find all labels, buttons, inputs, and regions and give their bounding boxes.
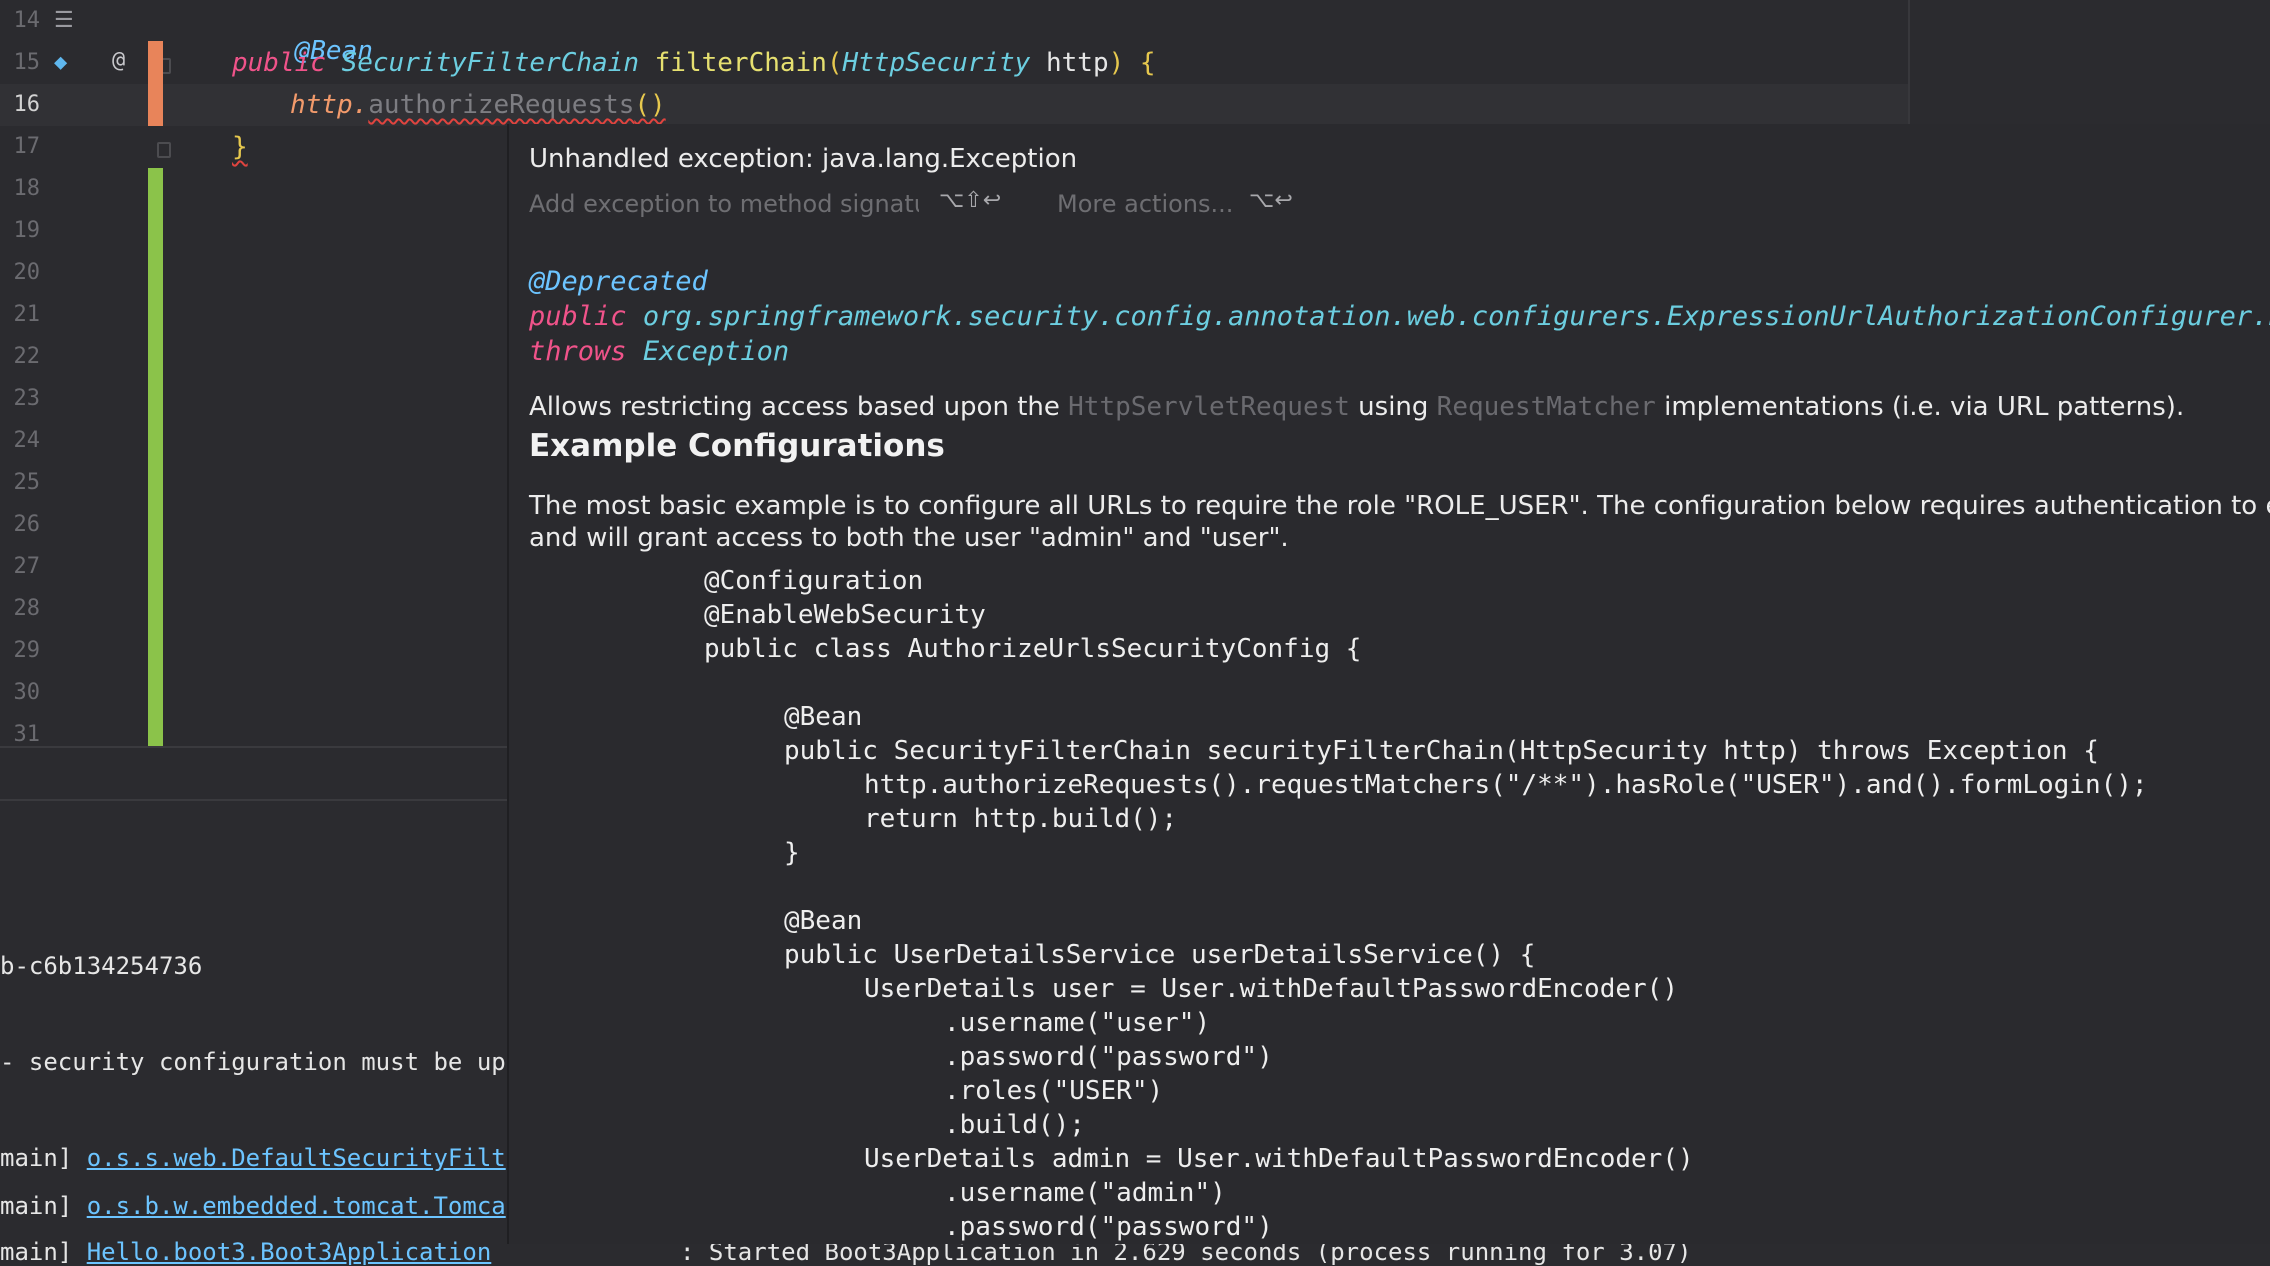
example-code-line — [704, 870, 2148, 904]
example-code-block: @Configuration @EnableWebSecurity public c… — [704, 564, 2148, 1244]
example-code-line: @Bean — [784, 702, 863, 732]
doc-paragraph: The most basic example is to configure a… — [529, 490, 2270, 554]
line-number-current: 16 — [13, 92, 41, 117]
line-number: 27 — [13, 554, 41, 579]
add-exception-action[interactable]: Add exception to method signature — [529, 190, 919, 218]
code-line-15: public SecurityFilterChain filterChain(H… — [232, 48, 1156, 78]
line-number: 25 — [13, 470, 41, 495]
doc-description: Allows restricting access based upon the… — [529, 392, 2184, 422]
example-code-line: .username("admin") — [944, 1178, 1226, 1208]
line-number: 20 — [13, 260, 41, 285]
list-icon[interactable]: ☰ — [54, 8, 74, 33]
example-code-line: .roles("USER") — [944, 1076, 1164, 1106]
console-line: - security configuration must be upd — [0, 1048, 520, 1076]
change-marker-modified[interactable] — [148, 41, 163, 126]
example-code-line: .build(); — [944, 1110, 1085, 1140]
code-call-parens: () — [634, 90, 666, 120]
doc-paragraph-line: The most basic example is to configure a… — [529, 491, 2270, 521]
console-line: main] o.s.b.w.embedded.tomcat.Tomca — [0, 1192, 506, 1220]
code-deprecated-call[interactable]: authorizeRequests — [368, 90, 634, 120]
fold-close-icon[interactable] — [157, 142, 171, 158]
console-logger-link[interactable]: o.s.s.web.DefaultSecurityFilt — [87, 1144, 506, 1172]
annotation-icon[interactable]: @ — [112, 48, 125, 73]
sig-keyword: public — [529, 301, 627, 332]
example-code-line: return http.build(); — [864, 804, 1178, 834]
example-code-line: UserDetails admin = User.withDefaultPass… — [864, 1144, 1694, 1174]
console-text: - security configuration must be upd — [0, 1048, 521, 1076]
example-code-line: .username("user") — [944, 1008, 1211, 1038]
example-code-line: @Configuration — [704, 566, 924, 596]
line-number: 14 — [13, 8, 41, 33]
spring-bean-icon[interactable]: ◆ — [54, 50, 67, 75]
console-text: b-c6b134254736 — [0, 952, 203, 980]
desc-text: implementations (i.e. via URL patterns). — [1655, 392, 2185, 422]
line-number: 24 — [13, 428, 41, 453]
sig-exception-type[interactable]: Exception — [643, 336, 789, 367]
example-code-line: .password("password") — [944, 1212, 1273, 1242]
more-actions-shortcut: ⌥↩ — [1249, 188, 1293, 213]
line-number: 15 — [13, 50, 41, 75]
console-logger-link[interactable]: o.s.b.w.embedded.tomcat.Tomca — [87, 1192, 506, 1220]
line-number: 30 — [13, 680, 41, 705]
code-param-name: http — [1046, 48, 1109, 78]
code-paren: ( — [826, 48, 843, 78]
console-line: b-c6b134254736 — [0, 952, 202, 980]
console-text: main] — [0, 1192, 87, 1220]
desc-text: using — [1349, 392, 1437, 422]
code-type: SecurityFilterChain — [341, 48, 639, 78]
example-code-line: public class AuthorizeUrlsSecurityConfig… — [704, 634, 1362, 664]
code-line-16[interactable]: http.authorizeRequests() — [290, 90, 666, 120]
desc-code-ref[interactable]: HttpServletRequest — [1068, 392, 1350, 422]
change-marker-added[interactable] — [148, 168, 163, 746]
example-code-line: .password("password") — [944, 1042, 1273, 1072]
console-line: main] o.s.s.web.DefaultSecurityFilt — [0, 1144, 506, 1172]
doc-paragraph-line: and will grant access to both the user "… — [529, 523, 1289, 553]
example-code-line: public SecurityFilterChain securityFilte… — [784, 736, 2099, 766]
code-closing-brace: } — [232, 132, 248, 162]
desc-code-ref[interactable]: RequestMatcher — [1437, 392, 1656, 422]
quick-documentation-popup[interactable]: Unhandled exception: java.lang.Exception… — [507, 124, 2270, 1244]
line-number: 26 — [13, 512, 41, 537]
line-number: 23 — [13, 386, 41, 411]
line-number: 28 — [13, 596, 41, 621]
editor-gutter[interactable]: 14 15 16 17 18 19 20 21 22 23 24 25 26 2… — [0, 0, 171, 747]
code-method-name: filterChain — [654, 48, 827, 78]
line-number: 22 — [13, 344, 41, 369]
line-number: 21 — [13, 302, 41, 327]
add-exception-shortcut: ⌥⇧↩ — [939, 188, 1002, 213]
line-number: 19 — [13, 218, 41, 243]
code-paren-brace: ) { — [1108, 48, 1156, 78]
sig-annotation: @Deprecated — [529, 266, 708, 297]
panel-divider — [0, 799, 510, 801]
line-number: 18 — [13, 176, 41, 201]
popup-error-title: Unhandled exception: java.lang.Exception — [529, 144, 1078, 174]
example-code-line: @Bean — [784, 906, 863, 936]
console-text: main] — [0, 1144, 87, 1172]
example-code-line: } — [784, 838, 800, 868]
more-actions-link[interactable]: More actions... — [1057, 190, 1233, 218]
doc-heading: Example Configurations — [529, 428, 945, 464]
sig-return-type[interactable]: org.springframework.security.config.anno… — [643, 301, 2270, 332]
code-receiver: http. — [290, 90, 369, 120]
method-signature: @Deprecated public org.springframework.s… — [529, 264, 2270, 369]
panel-divider — [0, 746, 510, 748]
code-keyword: public — [232, 48, 326, 78]
example-code-line: public UserDetailsService userDetailsSer… — [784, 940, 1536, 970]
code-param-type: HttpSecurity — [842, 48, 1031, 78]
code-line-17: } — [232, 132, 248, 162]
line-number: 17 — [13, 134, 41, 159]
example-code-line — [704, 666, 2148, 700]
sig-throws: throws — [529, 336, 627, 367]
example-code-line: @EnableWebSecurity — [704, 600, 986, 630]
line-number: 31 — [13, 722, 41, 747]
example-code-line: http.authorizeRequests().requestMatchers… — [864, 770, 2148, 800]
desc-text: Allows restricting access based upon the — [529, 392, 1069, 422]
example-code-line: UserDetails user = User.withDefaultPassw… — [864, 974, 1678, 1004]
line-number: 29 — [13, 638, 41, 663]
